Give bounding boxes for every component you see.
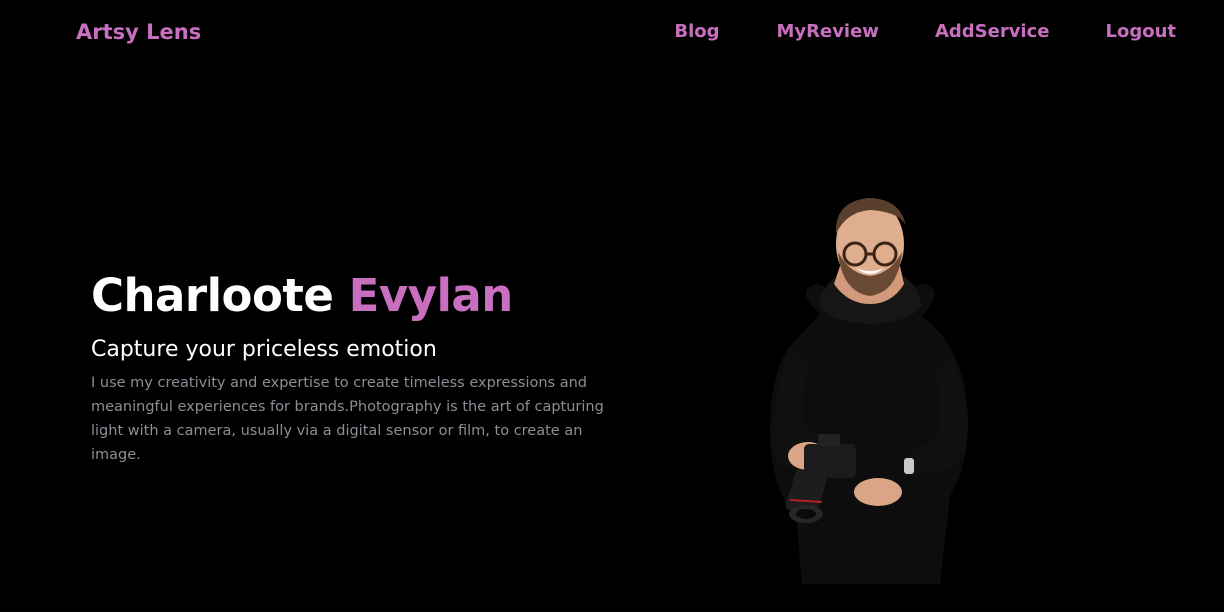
nav-links: Blog MyReview AddService Logout [674, 21, 1176, 42]
nav-link-logout[interactable]: Logout [1105, 21, 1176, 42]
hero-last-name: Evylan [348, 269, 514, 322]
hero-section: Charloote Evylan Capture your priceless … [91, 266, 631, 467]
hero-title: Charloote Evylan [91, 266, 631, 326]
nav-link-blog[interactable]: Blog [674, 21, 719, 42]
page: Artsy Lens Blog MyReview AddService Logo… [0, 0, 1224, 612]
navbar: Artsy Lens Blog MyReview AddService Logo… [0, 0, 1224, 68]
hero-description: I use my creativity and expertise to cre… [91, 375, 604, 463]
brand-logo-link[interactable]: Artsy Lens [76, 20, 201, 44]
nav-link-addservice[interactable]: AddService [935, 21, 1050, 42]
photographer-with-camera-icon [760, 196, 980, 584]
hero-first-name: Charloote [91, 269, 334, 322]
nav-link-myreview[interactable]: MyReview [776, 21, 878, 42]
hero-subtitle: Capture your priceless emotion [91, 337, 437, 362]
